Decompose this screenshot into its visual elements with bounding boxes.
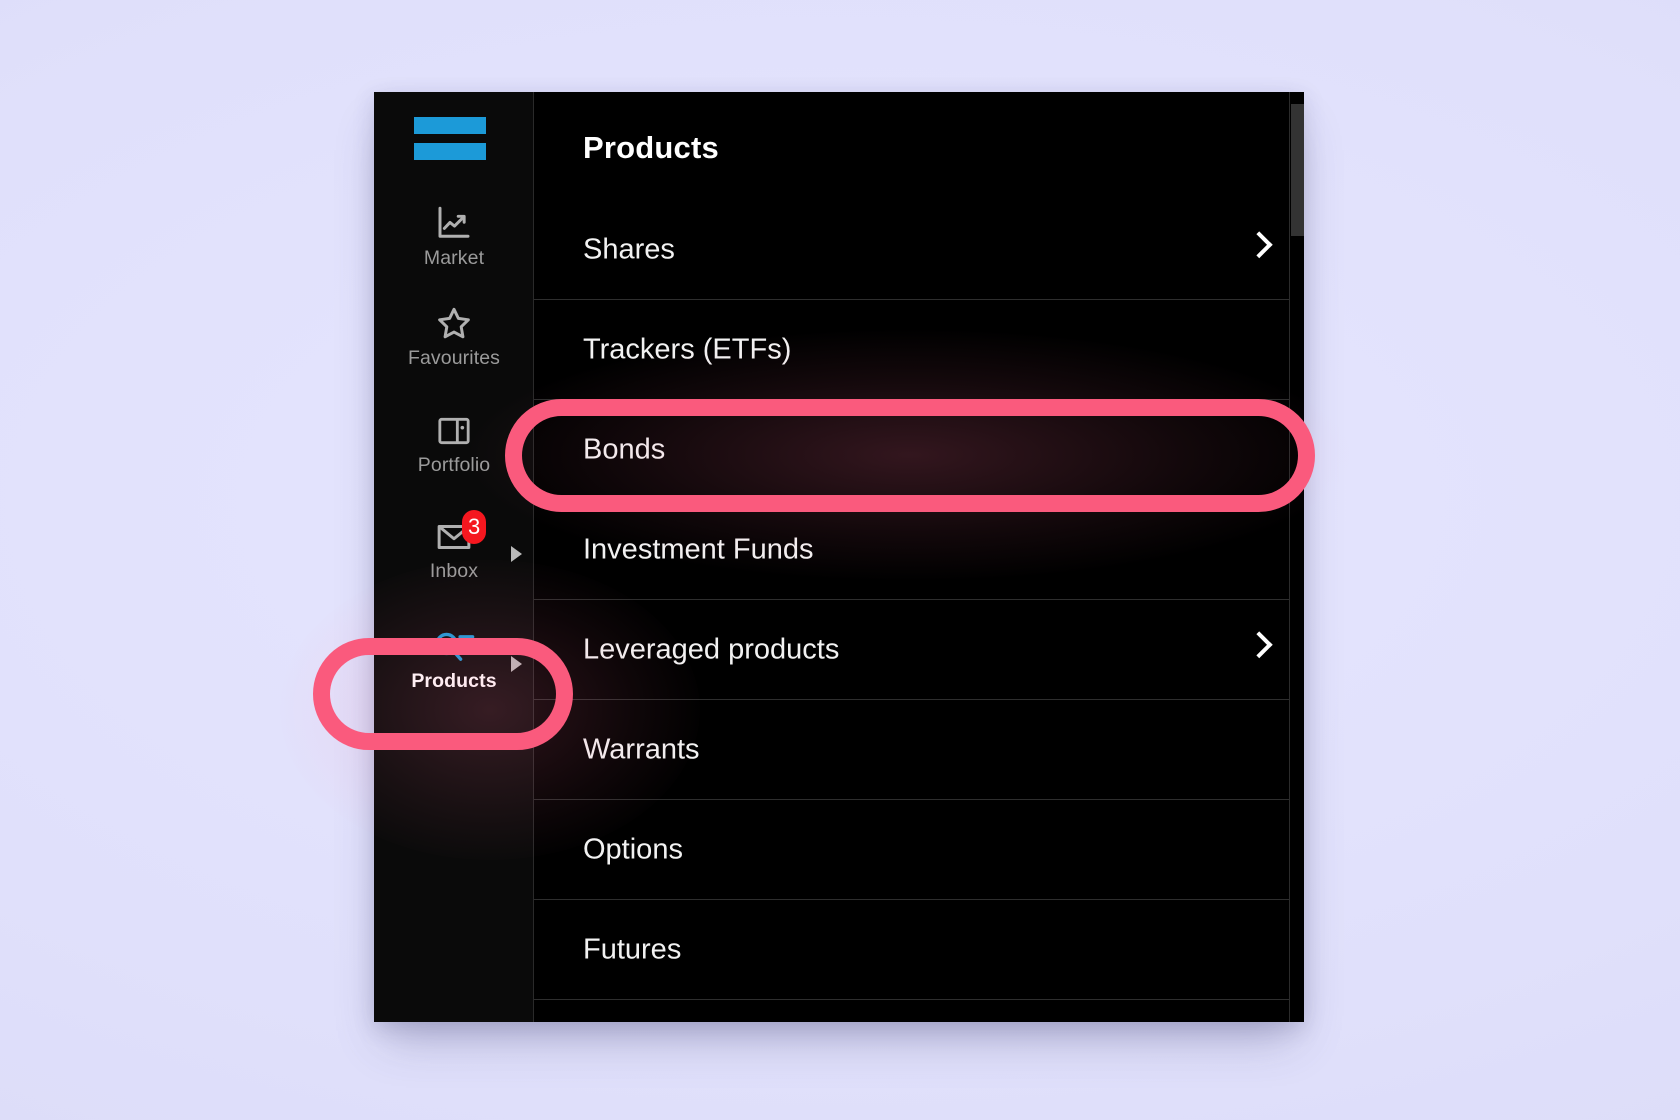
star-icon <box>374 301 534 347</box>
sidebar-item-label: Portfolio <box>417 454 491 476</box>
page-title: Products <box>583 130 719 165</box>
sidebar-item-label: Products <box>411 670 497 692</box>
products-menu-panel: Products Shares Trackers (ETFs) Bonds In… <box>534 92 1304 1022</box>
menu-item-label: Investment Funds <box>583 533 814 565</box>
menu-item-label: Warrants <box>583 733 700 765</box>
sidebar-item-label: Inbox <box>429 560 479 582</box>
menu-item-shares[interactable]: Shares <box>534 200 1300 300</box>
menu-item-options[interactable]: Options <box>534 800 1300 900</box>
chart-line-icon <box>374 201 534 247</box>
menu-item-trackers-etfs[interactable]: Trackers (ETFs) <box>534 300 1300 400</box>
logo-bar-top <box>414 117 486 134</box>
menu-item-investment-funds[interactable]: Investment Funds <box>534 500 1300 600</box>
products-menu-list: Shares Trackers (ETFs) Bonds Investment … <box>534 200 1304 1022</box>
menu-item-label: Futures <box>583 933 682 965</box>
chevron-right-icon <box>1245 630 1273 658</box>
envelope-icon: 3 <box>374 510 534 560</box>
search-list-icon <box>374 624 534 670</box>
menu-item-bonds[interactable]: Bonds <box>534 400 1300 500</box>
logo-bar-bottom <box>414 143 486 160</box>
menu-item-leveraged-products[interactable]: Leveraged products <box>534 600 1300 700</box>
panel-scrollbar-thumb[interactable] <box>1291 104 1304 236</box>
menu-item-warrants[interactable]: Warrants <box>534 700 1300 800</box>
panel-scrollbar[interactable] <box>1289 92 1304 1022</box>
sidebar-item-label: Market <box>423 247 485 269</box>
inbox-unread-badge: 3 <box>462 510 487 544</box>
menu-item-label: Leveraged products <box>583 633 840 665</box>
menu-item-futures[interactable]: Futures <box>534 900 1300 1000</box>
screenshot-stage: Market Favourites Portfolio 3 Inbox Prod… <box>0 0 1680 1120</box>
submenu-arrow-icon <box>511 656 522 672</box>
menu-item-label: Options <box>583 833 683 865</box>
wallet-icon <box>374 408 534 454</box>
submenu-arrow-icon <box>511 546 522 562</box>
sidebar-nav: Market Favourites Portfolio 3 Inbox Prod… <box>374 92 534 1022</box>
menu-item-label: Trackers (ETFs) <box>583 333 792 365</box>
sidebar-item-market[interactable]: Market <box>374 197 534 293</box>
chevron-right-icon <box>1245 230 1273 258</box>
sidebar-item-portfolio[interactable]: Portfolio <box>374 404 534 500</box>
sidebar-item-inbox[interactable]: 3 Inbox <box>374 510 534 606</box>
sidebar-item-products[interactable]: Products <box>374 620 534 716</box>
menu-item-label: Bonds <box>583 433 666 465</box>
menu-item-label: Shares <box>583 233 675 265</box>
app-window: Market Favourites Portfolio 3 Inbox Prod… <box>374 92 1304 1022</box>
degiro-logo-icon[interactable] <box>414 117 486 160</box>
menu-item-partial[interactable] <box>534 1000 1300 1022</box>
sidebar-item-label: Favourites <box>407 347 501 369</box>
sidebar-item-favourites[interactable]: Favourites <box>374 297 534 393</box>
